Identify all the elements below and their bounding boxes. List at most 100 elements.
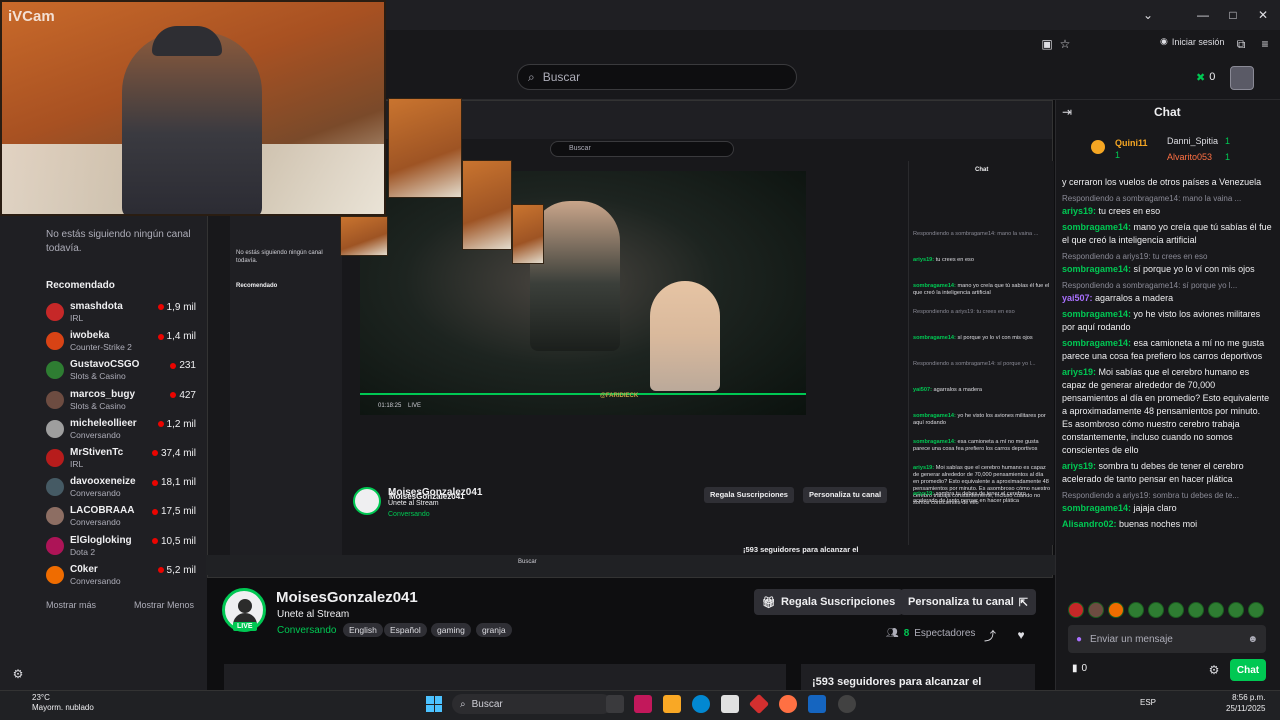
tag-english[interactable]: English (343, 623, 383, 637)
emote-icon[interactable] (1108, 602, 1124, 618)
clock[interactable]: 8:56 p.m. 25/11/2025 (1226, 692, 1265, 714)
emote-icon[interactable] (1208, 602, 1224, 618)
streamer-name[interactable]: MoisesGonzalez041 (276, 589, 418, 606)
video-progress[interactable] (360, 393, 806, 395)
channel-viewers: 5,2 mil (157, 565, 196, 576)
chat-message: ariys19: Moi sabías que el cerebro human… (1062, 367, 1270, 455)
tag-espanol[interactable]: Español (384, 623, 427, 637)
file-explorer-icon[interactable] (663, 695, 681, 713)
user-icon: ◉ (1160, 36, 1168, 46)
weather-widget[interactable]: 23°C Mayorm. nublado (12, 693, 94, 713)
customize-channel-button[interactable]: Personaliza tu canal ⇱ (900, 589, 1036, 615)
emote-icon[interactable] (1188, 602, 1204, 618)
store-icon[interactable] (721, 695, 739, 713)
obs-icon[interactable] (838, 695, 856, 713)
star-icon[interactable]: ☆ (1058, 37, 1072, 51)
screen-icon[interactable]: ▣ (1040, 37, 1054, 51)
gift-subs-button[interactable]: 🎁︎ Regala Suscripciones (754, 589, 904, 615)
chat-settings-icon[interactable]: ⚙ (1207, 663, 1221, 677)
chat-username[interactable]: sombragame14 (1062, 503, 1128, 513)
maximize-icon[interactable]: □ (1226, 8, 1240, 22)
app-icon[interactable] (808, 695, 826, 713)
sidebar-channel-mrstiventc[interactable]: MrStivenTc IRL 37,4 mil (46, 447, 196, 473)
sidebar-channel-lacobraaa[interactable]: LACOBRAAA Conversando 17,5 mil (46, 505, 196, 531)
chat-username[interactable]: Alisandro02 (1062, 519, 1114, 529)
chat-username[interactable]: ariys19 (1062, 367, 1093, 377)
emote-icon[interactable] (1248, 602, 1264, 618)
sidebar-channel-c0ker[interactable]: C0ker Conversando 5,2 mil (46, 564, 196, 590)
tag-gaming[interactable]: gaming (431, 623, 471, 637)
viewers-label: Espectadores (914, 628, 976, 639)
channel-name: LACOBRAAA (70, 505, 135, 517)
channel-avatar (46, 478, 64, 497)
chat-username[interactable]: sombragame14 (1062, 309, 1128, 319)
chat-input[interactable]: ● Enviar un mensaje ☻ (1068, 625, 1266, 653)
avatar[interactable] (1230, 66, 1254, 90)
points-icon: ✖ (1196, 71, 1206, 84)
points-counter[interactable]: ✖ 0 (1196, 67, 1224, 87)
follow-icon[interactable]: ♥ (1014, 628, 1028, 642)
gifter-name[interactable]: Alvarito053 (1167, 152, 1212, 162)
mid-stream-name: MoisesGonzalez041 (388, 487, 483, 498)
emote-icon[interactable] (1148, 602, 1164, 618)
chat-send-button[interactable]: Chat (1230, 659, 1266, 681)
settings-icon[interactable]: ⚙ (11, 667, 25, 681)
gifter-name[interactable]: Quini11 (1115, 138, 1148, 148)
menu-icon[interactable]: ≡ (1258, 37, 1272, 51)
show-more-link[interactable]: Mostrar más (46, 600, 96, 610)
chat-username[interactable]: ariys19 (1062, 461, 1093, 471)
share-icon[interactable]: ⤴ (983, 628, 997, 643)
live-dot (170, 391, 177, 398)
firefox-icon[interactable] (779, 695, 797, 713)
chat-username[interactable]: ariys19 (1062, 206, 1093, 216)
sidebar-channel-gustavocsgo[interactable]: GustavoCSGO Slots & Casino 231 (46, 359, 196, 385)
collapse-chat-icon[interactable]: ⇥ (1060, 105, 1074, 119)
mid-stream-title: Unete al Stream (388, 500, 439, 507)
stream-title: Unete al Stream (277, 609, 350, 620)
emote-icon[interactable] (1088, 602, 1104, 618)
gifter-name[interactable]: Danni_Spitia (1167, 136, 1218, 146)
sidebar-channel-micheleollieer[interactable]: micheleollieer Conversando 1,2 mil (46, 418, 196, 444)
search-input[interactable]: ⌕ Buscar (517, 64, 797, 90)
sidebar-channel-elglogloking[interactable]: ElGlogloking Dota 2 10,5 mil (46, 535, 196, 561)
chat-username[interactable]: sombragame14 (1062, 338, 1128, 348)
channel-avatar (46, 507, 64, 526)
channel-viewers: 10,5 mil (151, 536, 196, 547)
stream-category-link[interactable]: Conversando (277, 625, 336, 636)
video-child (650, 281, 720, 391)
video-player[interactable]: @FARIDIECK 01:18:25 LIVE (360, 171, 806, 415)
login-button[interactable]: ◉ Iniciar sesión (1160, 36, 1224, 47)
tag-granja[interactable]: granja (476, 623, 512, 637)
task-view-icon[interactable] (606, 695, 624, 713)
bits-counter[interactable]: ▮ 0 (1072, 663, 1087, 674)
channel-avatar (46, 536, 64, 555)
chat-username[interactable]: yai507 (1062, 293, 1090, 303)
sidebar-channel-smashdota[interactable]: smashdota IRL 1,9 mil (46, 301, 196, 327)
edge-icon[interactable] (692, 695, 710, 713)
emoji-icon[interactable]: ☻ (1247, 634, 1258, 645)
emote-icon[interactable] (1168, 602, 1184, 618)
chevron-down-icon[interactable]: ⌄ (1141, 8, 1155, 22)
nested-chat-line: sombragame14: mano yo creía que tú sabía… (913, 283, 1050, 296)
windows-start-icon[interactable] (426, 696, 442, 712)
show-less-link[interactable]: Mostrar Menos (134, 600, 194, 610)
mid-taskbar (206, 555, 1055, 575)
webcam-echo (388, 98, 462, 198)
close-icon[interactable]: ✕ (1256, 8, 1270, 22)
emote-icon[interactable] (1068, 602, 1084, 618)
system-tray[interactable]: ESP (1140, 698, 1156, 707)
nested-search: Buscar (550, 141, 734, 157)
sidebar-channel-iwobeka[interactable]: iwobeka Counter-Strike 2 1,4 mil (46, 330, 196, 356)
taskbar-search[interactable]: ⌕ Buscar (452, 694, 612, 714)
emote-icon[interactable] (1128, 602, 1144, 618)
emote-icon[interactable] (1228, 602, 1244, 618)
chat-username[interactable]: sombragame14 (1062, 222, 1128, 232)
chat-username[interactable]: sombragame14 (1062, 264, 1128, 274)
sidebar-channel-marcos_bugy[interactable]: marcos_bugy Slots & Casino 427 (46, 389, 196, 415)
sidebar-channel-davooxeneize[interactable]: davooxeneize Conversando 18,1 mil (46, 476, 196, 502)
channel-category: IRL (70, 313, 84, 323)
clock-date: 25/11/2025 (1226, 704, 1266, 713)
copilot-icon[interactable] (634, 695, 652, 713)
extensions-icon[interactable]: ⧉ (1234, 37, 1248, 51)
minimize-icon[interactable]: — (1196, 8, 1210, 22)
